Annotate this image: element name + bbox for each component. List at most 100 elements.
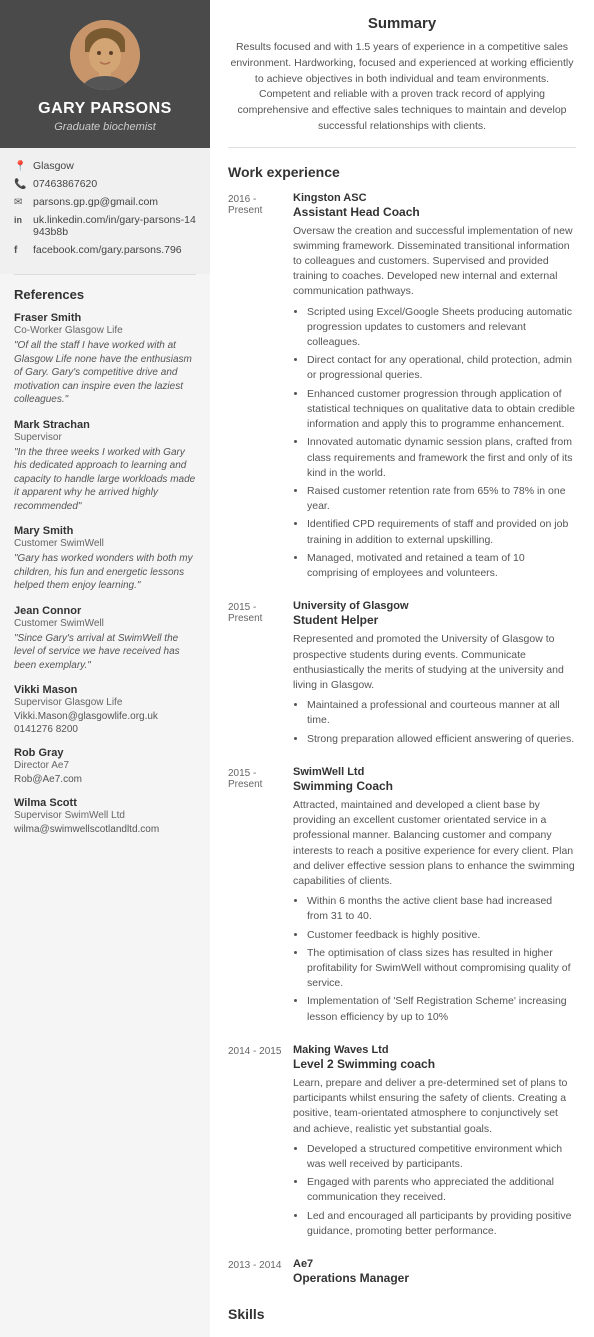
linkedin-icon: in [14,215,28,225]
location-item: 📍 Glasgow [14,160,196,172]
skills-section: Skills [228,1306,576,1322]
work-experience-section: Work experience 2016 -Present Kingston A… [228,164,576,1291]
ref-quote: "Since Gary's arrival at SwimWell the le… [14,632,196,673]
bullet-item: Direct contact for any operational, chil… [307,353,576,383]
bullet-item: Enhanced customer progression through ap… [307,387,576,433]
job-dates: 2013 - 2014 [228,1258,293,1290]
date-range: 2015 -Present [228,602,262,624]
job-company: Kingston ASC [293,192,576,204]
job-desc: Represented and promoted the University … [293,632,576,693]
job-desc: Attracted, maintained and developed a cl… [293,798,576,889]
ref-role: Co-Worker Glasgow Life [14,325,196,336]
references-heading: References [14,287,196,302]
job-dates: 2015 -Present [228,766,293,1028]
bullet-item: Developed a structured competitive envir… [307,1142,576,1172]
linkedin-item: in uk.linkedin.com/in/gary-parsons-14943… [14,214,196,238]
ref-role: Supervisor Glasgow Life [14,697,196,708]
phone-text: 07463867620 [33,178,97,190]
job-bullets: Within 6 months the active client base h… [293,894,576,1025]
person-name: GARY PARSONS [15,100,195,118]
job-entry: 2015 -Present SwimWell Ltd Swimming Coac… [228,766,576,1028]
reference-item: Vikki Mason Supervisor Glasgow Life Vikk… [14,684,196,735]
phone-icon: 📞 [14,179,28,190]
bullet-item: Managed, motivated and retained a team o… [307,551,576,581]
location-icon: 📍 [14,161,28,172]
job-details: University of Glasgow Student Helper Rep… [293,600,576,750]
facebook-icon: f [14,245,28,256]
bullet-item: Customer feedback is highly positive. [307,928,576,943]
bullet-item: Within 6 months the active client base h… [307,894,576,924]
job-role: Student Helper [293,613,576,627]
main-content: Summary Results focused and with 1.5 yea… [210,0,594,1337]
ref-name: Vikki Mason [14,684,196,696]
bullet-item: Engaged with parents who appreciated the… [307,1175,576,1205]
references-section: References Fraser Smith Co-Worker Glasgo… [0,275,210,859]
job-company: SwimWell Ltd [293,766,576,778]
avatar-image [70,20,140,90]
job-desc: Learn, prepare and deliver a pre-determi… [293,1076,576,1137]
bullet-item: Scripted using Excel/Google Sheets produ… [307,305,576,351]
bullet-item: The optimisation of class sizes has resu… [307,946,576,992]
bullet-item: Led and encouraged all participants by p… [307,1209,576,1239]
job-dates: 2014 - 2015 [228,1044,293,1242]
job-details: Ae7 Operations Manager [293,1258,576,1290]
date-range: 2015 -Present [228,768,262,790]
ref-role: Supervisor SwimWell Ltd [14,810,196,821]
job-role: Swimming Coach [293,779,576,793]
summary-text: Results focused and with 1.5 years of ex… [228,40,576,135]
reference-item: Fraser Smith Co-Worker Glasgow Life "Of … [14,312,196,407]
bullet-item: Innovated automatic dynamic session plan… [307,435,576,481]
job-company: University of Glasgow [293,600,576,612]
date-range: 2014 - 2015 [228,1046,281,1057]
job-role: Level 2 Swimming coach [293,1057,576,1071]
job-entry: 2015 -Present University of Glasgow Stud… [228,600,576,750]
job-dates: 2016 -Present [228,192,293,585]
email-item: ✉ parsons.gp.gp@gmail.com [14,196,196,208]
bullet-item: Strong preparation allowed efficient ans… [307,732,576,747]
date-range: 2013 - 2014 [228,1260,281,1271]
ref-contact: Rob@Ae7.com [14,774,196,785]
reference-item: Mark Strachan Supervisor "In the three w… [14,419,196,514]
sidebar: GARY PARSONS Graduate biochemist 📍 Glasg… [0,0,210,1337]
contact-section: 📍 Glasgow 📞 07463867620 ✉ parsons.gp.gp@… [0,148,210,274]
ref-name: Jean Connor [14,605,196,617]
reference-item: Rob Gray Director Ae7 Rob@Ae7.com [14,747,196,785]
job-role: Assistant Head Coach [293,205,576,219]
bullet-item: Identified CPD requirements of staff and… [307,517,576,547]
ref-name: Fraser Smith [14,312,196,324]
ref-name: Wilma Scott [14,797,196,809]
ref-quote: "In the three weeks I worked with Gary h… [14,446,196,514]
email-text: parsons.gp.gp@gmail.com [33,196,158,208]
ref-role: Supervisor [14,432,196,443]
bullet-item: Maintained a professional and courteous … [307,698,576,728]
summary-section: Summary Results focused and with 1.5 yea… [228,15,576,148]
reference-item: Wilma Scott Supervisor SwimWell Ltd wilm… [14,797,196,835]
summary-heading: Summary [228,15,576,32]
facebook-text: facebook.com/gary.parsons.796 [33,244,182,256]
job-company: Ae7 [293,1258,576,1270]
job-entry: 2014 - 2015 Making Waves Ltd Level 2 Swi… [228,1044,576,1242]
job-desc: Oversaw the creation and successful impl… [293,224,576,300]
email-icon: ✉ [14,197,28,208]
ref-quote: "Of all the staff I have worked with at … [14,339,196,407]
job-entry: 2016 -Present Kingston ASC Assistant Hea… [228,192,576,585]
job-bullets: Maintained a professional and courteous … [293,698,576,747]
reference-item: Jean Connor Customer SwimWell "Since Gar… [14,605,196,673]
ref-role: Director Ae7 [14,760,196,771]
facebook-item: f facebook.com/gary.parsons.796 [14,244,196,256]
ref-name: Mary Smith [14,525,196,537]
ref-contact-phone: 0141276 8200 [14,724,196,735]
ref-role: Customer SwimWell [14,538,196,549]
ref-name: Mark Strachan [14,419,196,431]
ref-contact: Vikki.Mason@glasgowlife.org.uk [14,711,196,722]
work-heading: Work experience [228,164,576,180]
person-title: Graduate biochemist [15,121,195,133]
ref-quote: "Gary has worked wonders with both my ch… [14,552,196,593]
linkedin-text: uk.linkedin.com/in/gary-parsons-14943b8b [33,214,196,238]
job-details: Kingston ASC Assistant Head Coach Oversa… [293,192,576,585]
date-range: 2016 -Present [228,194,262,216]
avatar-section: GARY PARSONS Graduate biochemist [0,0,210,148]
ref-contact: wilma@swimwellscotlandltd.com [14,824,196,835]
job-bullets: Developed a structured competitive envir… [293,1142,576,1239]
phone-item: 📞 07463867620 [14,178,196,190]
